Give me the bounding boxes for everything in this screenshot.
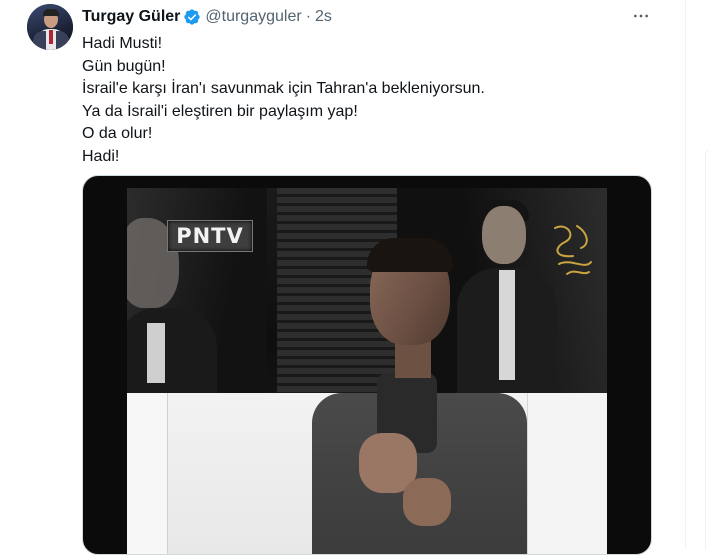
tweet-text-line: O da olur! bbox=[82, 125, 153, 143]
calligraphy-graphic bbox=[554, 225, 592, 275]
display-name[interactable]: Turgay Güler bbox=[82, 8, 180, 26]
verified-badge-icon[interactable] bbox=[183, 8, 201, 26]
tweet-text-line: Ya da İsrail'i eleştiren bir paylaşım ya… bbox=[82, 102, 358, 120]
tweet-text-line: İsrail'e karşı İran'ı savunmak için Tahr… bbox=[82, 80, 485, 98]
tweet[interactable]: Turgay Güler @turgayguler · 2s Hadi Must… bbox=[0, 0, 686, 555]
tweet-header: Turgay Güler @turgayguler · 2s bbox=[82, 6, 332, 28]
tweet-text-line: Gün bugün! bbox=[82, 57, 166, 75]
video-frame[interactable]: PNTV bbox=[127, 188, 607, 554]
timestamp[interactable]: 2s bbox=[315, 8, 332, 26]
tweet-text: Hadi Musti! Gün bugün! İsrail'e karşı İr… bbox=[82, 33, 662, 169]
avatar[interactable] bbox=[27, 4, 73, 50]
channel-logo: PNTV bbox=[167, 220, 253, 252]
separator-dot: · bbox=[305, 8, 312, 25]
tweet-text-line: Hadi! bbox=[82, 147, 120, 165]
more-options-icon[interactable] bbox=[630, 6, 652, 26]
tweet-text-line: Hadi Musti! bbox=[82, 35, 163, 52]
right-sidebar-edge bbox=[699, 0, 708, 550]
tweet-video[interactable]: PNTV bbox=[82, 175, 652, 555]
user-handle[interactable]: @turgayguler bbox=[205, 8, 301, 26]
